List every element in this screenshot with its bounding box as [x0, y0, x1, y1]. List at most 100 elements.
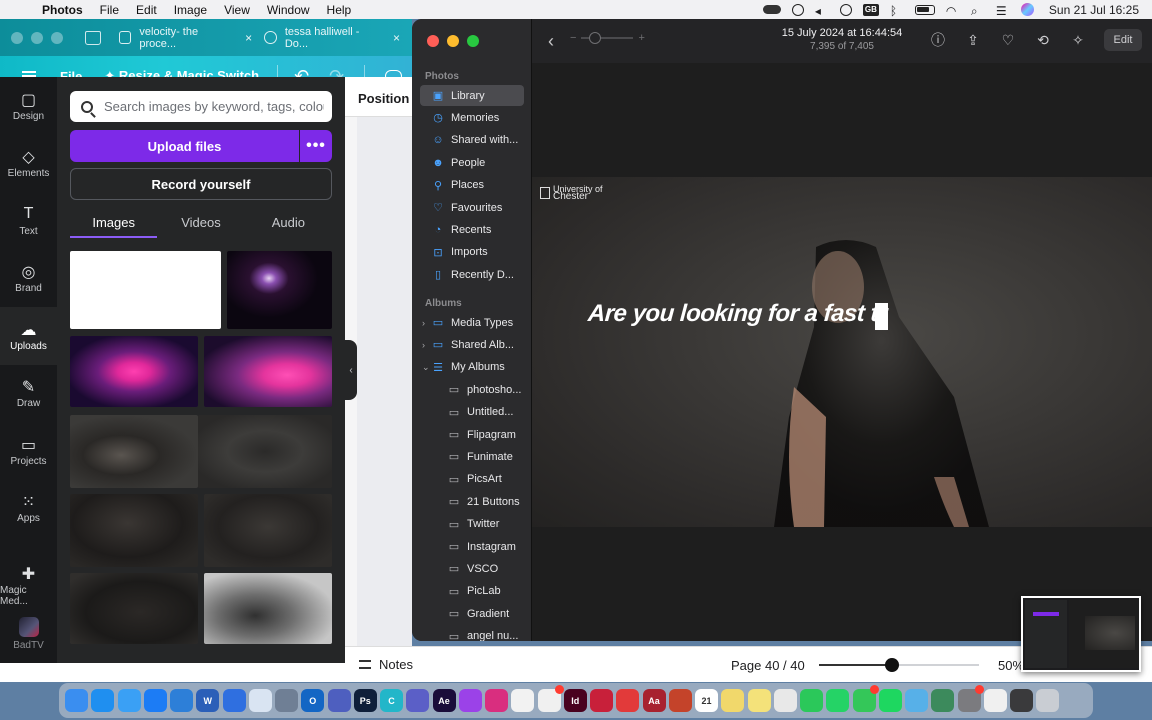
sidebar-item-recently-d[interactable]: ▯ Recently D...: [420, 264, 524, 285]
page-indicator[interactable]: Page 40 / 40: [731, 658, 805, 673]
battery-icon[interactable]: [914, 4, 935, 15]
podcasts-dock-icon[interactable]: [458, 689, 482, 712]
spark-dock-icon[interactable]: [537, 685, 564, 712]
sidebar-item-library[interactable]: ▣ Library: [420, 85, 524, 106]
airmail-dock-icon[interactable]: [616, 689, 640, 712]
teams-dock-icon[interactable]: [327, 689, 351, 712]
menu-view[interactable]: View: [224, 3, 250, 17]
album-item-21-buttons[interactable]: ▭ 21 Buttons: [420, 491, 524, 512]
tab-videos[interactable]: Videos: [157, 211, 244, 238]
uploaded-image-thumbnail[interactable]: [70, 415, 198, 488]
dictionary-dock-icon[interactable]: Aa: [642, 689, 666, 712]
menu-window[interactable]: Window: [267, 3, 310, 17]
zoom-track[interactable]: [581, 32, 634, 44]
quicktime-dock-icon[interactable]: [1010, 689, 1033, 712]
album-item-untitled[interactable]: ▭ Untitled...: [420, 402, 524, 423]
menu-image[interactable]: Image: [174, 3, 207, 17]
tab-audio[interactable]: Audio: [245, 211, 332, 238]
album-item-twitter[interactable]: ▭ Twitter: [420, 514, 524, 535]
rail-item-elements[interactable]: ◇ Elements: [0, 135, 57, 193]
zoom-out-icon[interactable]: −: [570, 32, 576, 44]
sidebar-item-places[interactable]: ⚲ Places: [420, 175, 524, 196]
album-item-picsart[interactable]: ▭ PicsArt: [420, 469, 524, 490]
uploaded-image-thumbnail[interactable]: [70, 336, 198, 407]
uploaded-image-thumbnail[interactable]: [70, 251, 221, 329]
outlook-dock-icon[interactable]: O: [301, 689, 325, 712]
photo-booth-dock-icon[interactable]: [275, 689, 298, 712]
sidebar-item-shared-with[interactable]: ☺ Shared with...: [420, 130, 524, 151]
spotify-dock-icon[interactable]: [878, 689, 902, 712]
image-search-box[interactable]: [70, 91, 332, 122]
browser-tab-tessa[interactable]: tessa halliwell - Do... ×: [264, 26, 400, 50]
capcut-dock-icon[interactable]: [983, 689, 1007, 712]
zoom-slider-knob[interactable]: [885, 658, 900, 672]
rail-item-brand[interactable]: ◎ Brand: [0, 250, 57, 308]
displayed-photo[interactable]: University of Chester Are you looking fo…: [532, 177, 1152, 527]
rail-item-apps[interactable]: ⁙ Apps: [0, 480, 57, 538]
close-window-button[interactable]: [427, 35, 439, 47]
spotlight-icon[interactable]: ⌕: [971, 4, 985, 18]
menu-app-name[interactable]: Photos: [42, 3, 83, 17]
trash-dock-icon[interactable]: [1036, 689, 1060, 712]
photos-dock-icon[interactable]: [511, 689, 535, 712]
uploaded-image-thumbnail[interactable]: [204, 336, 332, 407]
upload-files-button[interactable]: Upload files: [70, 130, 299, 162]
rail-item-text[interactable]: T Text: [0, 192, 57, 250]
input-source-icon[interactable]: GB: [862, 3, 879, 16]
rail-item-projects[interactable]: ▭ Projects: [0, 422, 57, 480]
album-item-shared-alb[interactable]: › ▭ Shared Alb...: [420, 334, 524, 355]
powerpoint-dock-icon[interactable]: [668, 689, 692, 712]
system-settings-dock-icon[interactable]: [957, 685, 984, 712]
disclosure-chevron-icon[interactable]: ›: [422, 318, 425, 328]
ppt-red-dock-icon[interactable]: [590, 689, 613, 712]
rail-item-badtv[interactable]: BadTV: [0, 617, 57, 651]
info-icon[interactable]: ⓘ: [930, 32, 946, 48]
rail-item-magic-media[interactable]: ✚ Magic Med...: [0, 557, 57, 615]
siri-icon[interactable]: [1020, 3, 1034, 16]
upload-more-options-button[interactable]: •••: [300, 130, 332, 162]
collapse-panel-button[interactable]: ‹: [345, 340, 357, 400]
safari-dock-icon[interactable]: [91, 689, 115, 712]
browser-tab-velocity[interactable]: velocity- the proce... ×: [118, 26, 252, 50]
rail-item-draw[interactable]: ✎ Draw: [0, 365, 57, 423]
rail-item-design[interactable]: ▢ Design: [0, 77, 57, 135]
app-store-dock-icon[interactable]: [143, 689, 167, 712]
disclosure-chevron-icon[interactable]: ›: [422, 340, 425, 350]
zoom-window-button[interactable]: [467, 35, 479, 47]
sidebar-item-people[interactable]: ☻ People: [420, 152, 524, 173]
album-item-flipagram[interactable]: ▭ Flipagram: [420, 424, 524, 445]
uploaded-image-thumbnail[interactable]: [204, 494, 332, 567]
share-icon[interactable]: ⇪: [965, 32, 981, 48]
word-dock-icon[interactable]: W: [196, 689, 220, 712]
instagram-dock-icon[interactable]: [485, 689, 508, 712]
volume-icon[interactable]: ◂: [815, 4, 829, 18]
photo-zoom-slider[interactable]: − +: [570, 32, 645, 44]
position-tab[interactable]: Position: [358, 91, 409, 106]
minimize-window-button[interactable]: [447, 35, 459, 47]
album-item-instagram[interactable]: ▭ Instagram: [420, 536, 524, 557]
sidebar-item-memories[interactable]: ◷ Memories: [420, 107, 524, 128]
app-x-dock-icon[interactable]: [905, 689, 928, 712]
album-item-media-types[interactable]: › ▭ Media Types: [420, 312, 524, 333]
uploaded-image-thumbnail[interactable]: [204, 573, 332, 644]
chrome-dock-icon[interactable]: [773, 689, 797, 712]
rail-item-uploads[interactable]: ☁ Uploads: [0, 307, 57, 365]
disclosure-chevron-icon[interactable]: ⌄: [422, 362, 430, 373]
record-yourself-button[interactable]: Record yourself: [70, 168, 332, 200]
album-item-angel-nu[interactable]: ▭ angel nu...: [420, 626, 524, 641]
bluetooth-icon[interactable]: ᛒ: [890, 4, 904, 18]
menu-file[interactable]: File: [100, 3, 119, 17]
album-item-photosho[interactable]: ▭ photosho...: [420, 379, 524, 400]
play-icon[interactable]: [839, 3, 852, 16]
sidebar-item-recents[interactable]: ◔ Recents: [420, 219, 524, 240]
sidebar-item-favourites[interactable]: ♡ Favourites: [420, 197, 524, 218]
stickies-dock-icon[interactable]: [721, 689, 745, 712]
auto-enhance-icon[interactable]: ✧: [1070, 32, 1086, 48]
after-effects-dock-icon[interactable]: Ae: [432, 689, 456, 712]
uploaded-image-thumbnail[interactable]: [70, 494, 198, 567]
facetime-dock-icon[interactable]: [800, 689, 823, 712]
app-y-dock-icon[interactable]: [931, 689, 955, 712]
back-chevron-icon[interactable]: ‹: [548, 31, 554, 52]
zoom-in-icon[interactable]: +: [638, 32, 644, 44]
close-tab-icon[interactable]: ×: [393, 31, 400, 45]
